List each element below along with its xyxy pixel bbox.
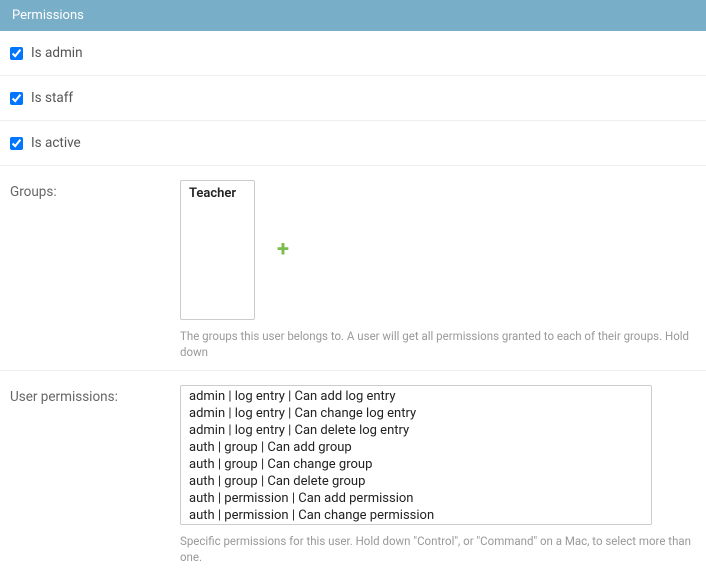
groups-help-text: The groups this user belongs to. A user … — [180, 328, 696, 360]
permissions-title: Permissions — [12, 8, 84, 23]
permission-option[interactable]: auth | group | Can add group — [183, 439, 649, 456]
is-staff-checkbox[interactable] — [10, 92, 23, 105]
user-permissions-select[interactable]: admin | log entry | Can add log entryadm… — [180, 385, 652, 525]
permission-option[interactable]: admin | log entry | Can change log entry — [183, 405, 649, 422]
user-permissions-help-text: Specific permissions for this user. Hold… — [180, 533, 696, 565]
is-admin-checkbox[interactable] — [10, 47, 23, 60]
groups-label: Groups: — [10, 180, 180, 200]
groups-row: Groups: Teacher + The groups this user b… — [0, 166, 706, 371]
user-permissions-row: User permissions: admin | log entry | Ca… — [0, 371, 706, 575]
user-permissions-label: User permissions: — [10, 385, 180, 405]
is-active-row: Is active — [0, 121, 706, 166]
is-active-checkbox[interactable] — [10, 137, 23, 150]
permissions-header: Permissions — [0, 0, 706, 31]
is-staff-label: Is staff — [31, 90, 73, 106]
is-staff-row: Is staff — [0, 76, 706, 121]
permission-option[interactable]: auth | permission | Can change permissio… — [183, 507, 649, 524]
group-option[interactable]: Teacher — [183, 183, 252, 203]
is-admin-label: Is admin — [31, 45, 83, 61]
groups-select[interactable]: Teacher — [180, 180, 255, 320]
is-active-label: Is active — [31, 135, 81, 151]
is-admin-row: Is admin — [0, 31, 706, 76]
permission-option[interactable]: admin | log entry | Can add log entry — [183, 388, 649, 405]
add-group-icon[interactable]: + — [277, 239, 289, 261]
permission-option[interactable]: admin | log entry | Can delete log entry — [183, 422, 649, 439]
permission-option[interactable]: auth | group | Can delete group — [183, 473, 649, 490]
permission-option[interactable]: auth | group | Can change group — [183, 456, 649, 473]
permission-option[interactable]: auth | permission | Can add permission — [183, 490, 649, 507]
